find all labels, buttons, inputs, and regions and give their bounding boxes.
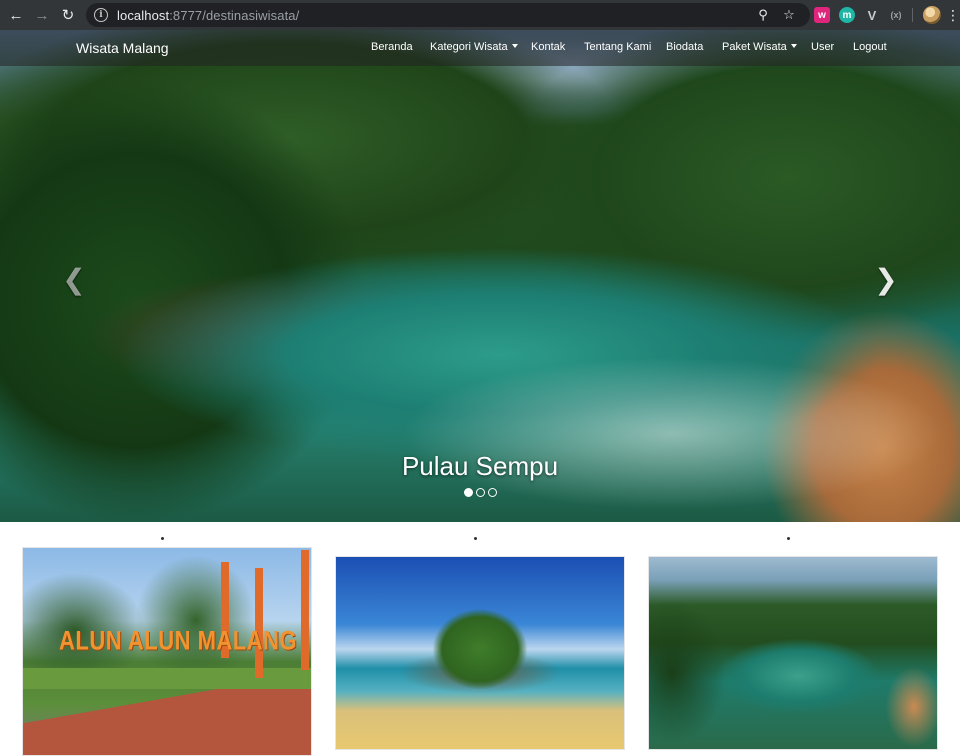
nav-kontak[interactable]: Kontak [531, 41, 565, 53]
nav-paket-wisata-label: Paket Wisata [722, 41, 787, 53]
toolbar-divider [912, 8, 913, 22]
url-path: :8777/destinasiwisata/ [169, 7, 300, 23]
nav-tentang-kami[interactable]: Tentang Kami [584, 41, 651, 53]
gallery-thumb-beach[interactable] [335, 556, 625, 750]
nav-user[interactable]: User [811, 41, 834, 53]
decorative-tower [255, 568, 263, 678]
address-bar[interactable]: i localhost:8777/destinasiwisata/ ⚲ ☆ [86, 3, 810, 27]
carousel-indicator-3[interactable] [487, 488, 497, 497]
nav-kategori-wisata[interactable]: Kategori Wisata [430, 41, 518, 53]
caret-down-icon [790, 44, 797, 48]
gallery-thumb-alun-alun[interactable]: ALUN ALUN MALANG [22, 547, 312, 756]
nav-beranda[interactable]: Beranda [371, 41, 413, 53]
decorative-tower [301, 550, 309, 670]
extension-v-icon[interactable]: V [864, 7, 880, 23]
profile-avatar[interactable] [923, 6, 941, 24]
hero-carousel: ❮ ❯ Pulau Sempu [0, 30, 960, 522]
url-host: localhost [117, 7, 170, 23]
carousel-indicators [0, 488, 960, 497]
url-text[interactable]: localhost:8777/destinasiwisata/ [117, 8, 299, 23]
carousel-indicator-2[interactable] [475, 488, 485, 497]
nav-paket-wisata[interactable]: Paket Wisata [722, 41, 797, 53]
nav-logout[interactable]: Logout [853, 41, 887, 53]
forward-arrow-icon[interactable]: → [32, 5, 52, 25]
list-bullet [474, 537, 477, 540]
nav-kategori-wisata-label: Kategori Wisata [430, 41, 508, 53]
nav-biodata[interactable]: Biodata [666, 41, 703, 53]
menu-dots-icon[interactable]: ⋮ [946, 6, 960, 24]
back-arrow-icon[interactable]: ← [6, 5, 26, 25]
chevron-right-icon[interactable]: ❯ [874, 266, 898, 294]
chevron-left-icon[interactable]: ❮ [62, 266, 86, 294]
extension-m-icon[interactable]: m [839, 7, 855, 23]
list-bullet [787, 537, 790, 540]
info-icon[interactable]: i [94, 8, 108, 22]
extension-w-icon[interactable]: w [814, 7, 830, 23]
caret-down-icon [511, 44, 518, 48]
carousel-indicator-1[interactable] [463, 488, 473, 497]
gallery-thumb-lagoon[interactable] [648, 556, 938, 750]
thumb-sign-text: ALUN ALUN MALANG [59, 625, 298, 656]
list-bullet [161, 537, 164, 540]
nav-links: Beranda Kategori Wisata Kontak Tentang K… [0, 41, 960, 57]
extension-x-icon[interactable]: (x) [888, 7, 904, 23]
star-icon[interactable]: ☆ [780, 6, 798, 24]
reload-icon[interactable]: ↻ [58, 5, 78, 25]
zoom-icon[interactable]: ⚲ [754, 6, 772, 24]
browser-toolbar: ← → ↻ i localhost:8777/destinasiwisata/ … [0, 0, 960, 30]
site-navbar: Wisata Malang Beranda Kategori Wisata Ko… [0, 30, 960, 66]
carousel-caption: Pulau Sempu [401, 451, 559, 481]
